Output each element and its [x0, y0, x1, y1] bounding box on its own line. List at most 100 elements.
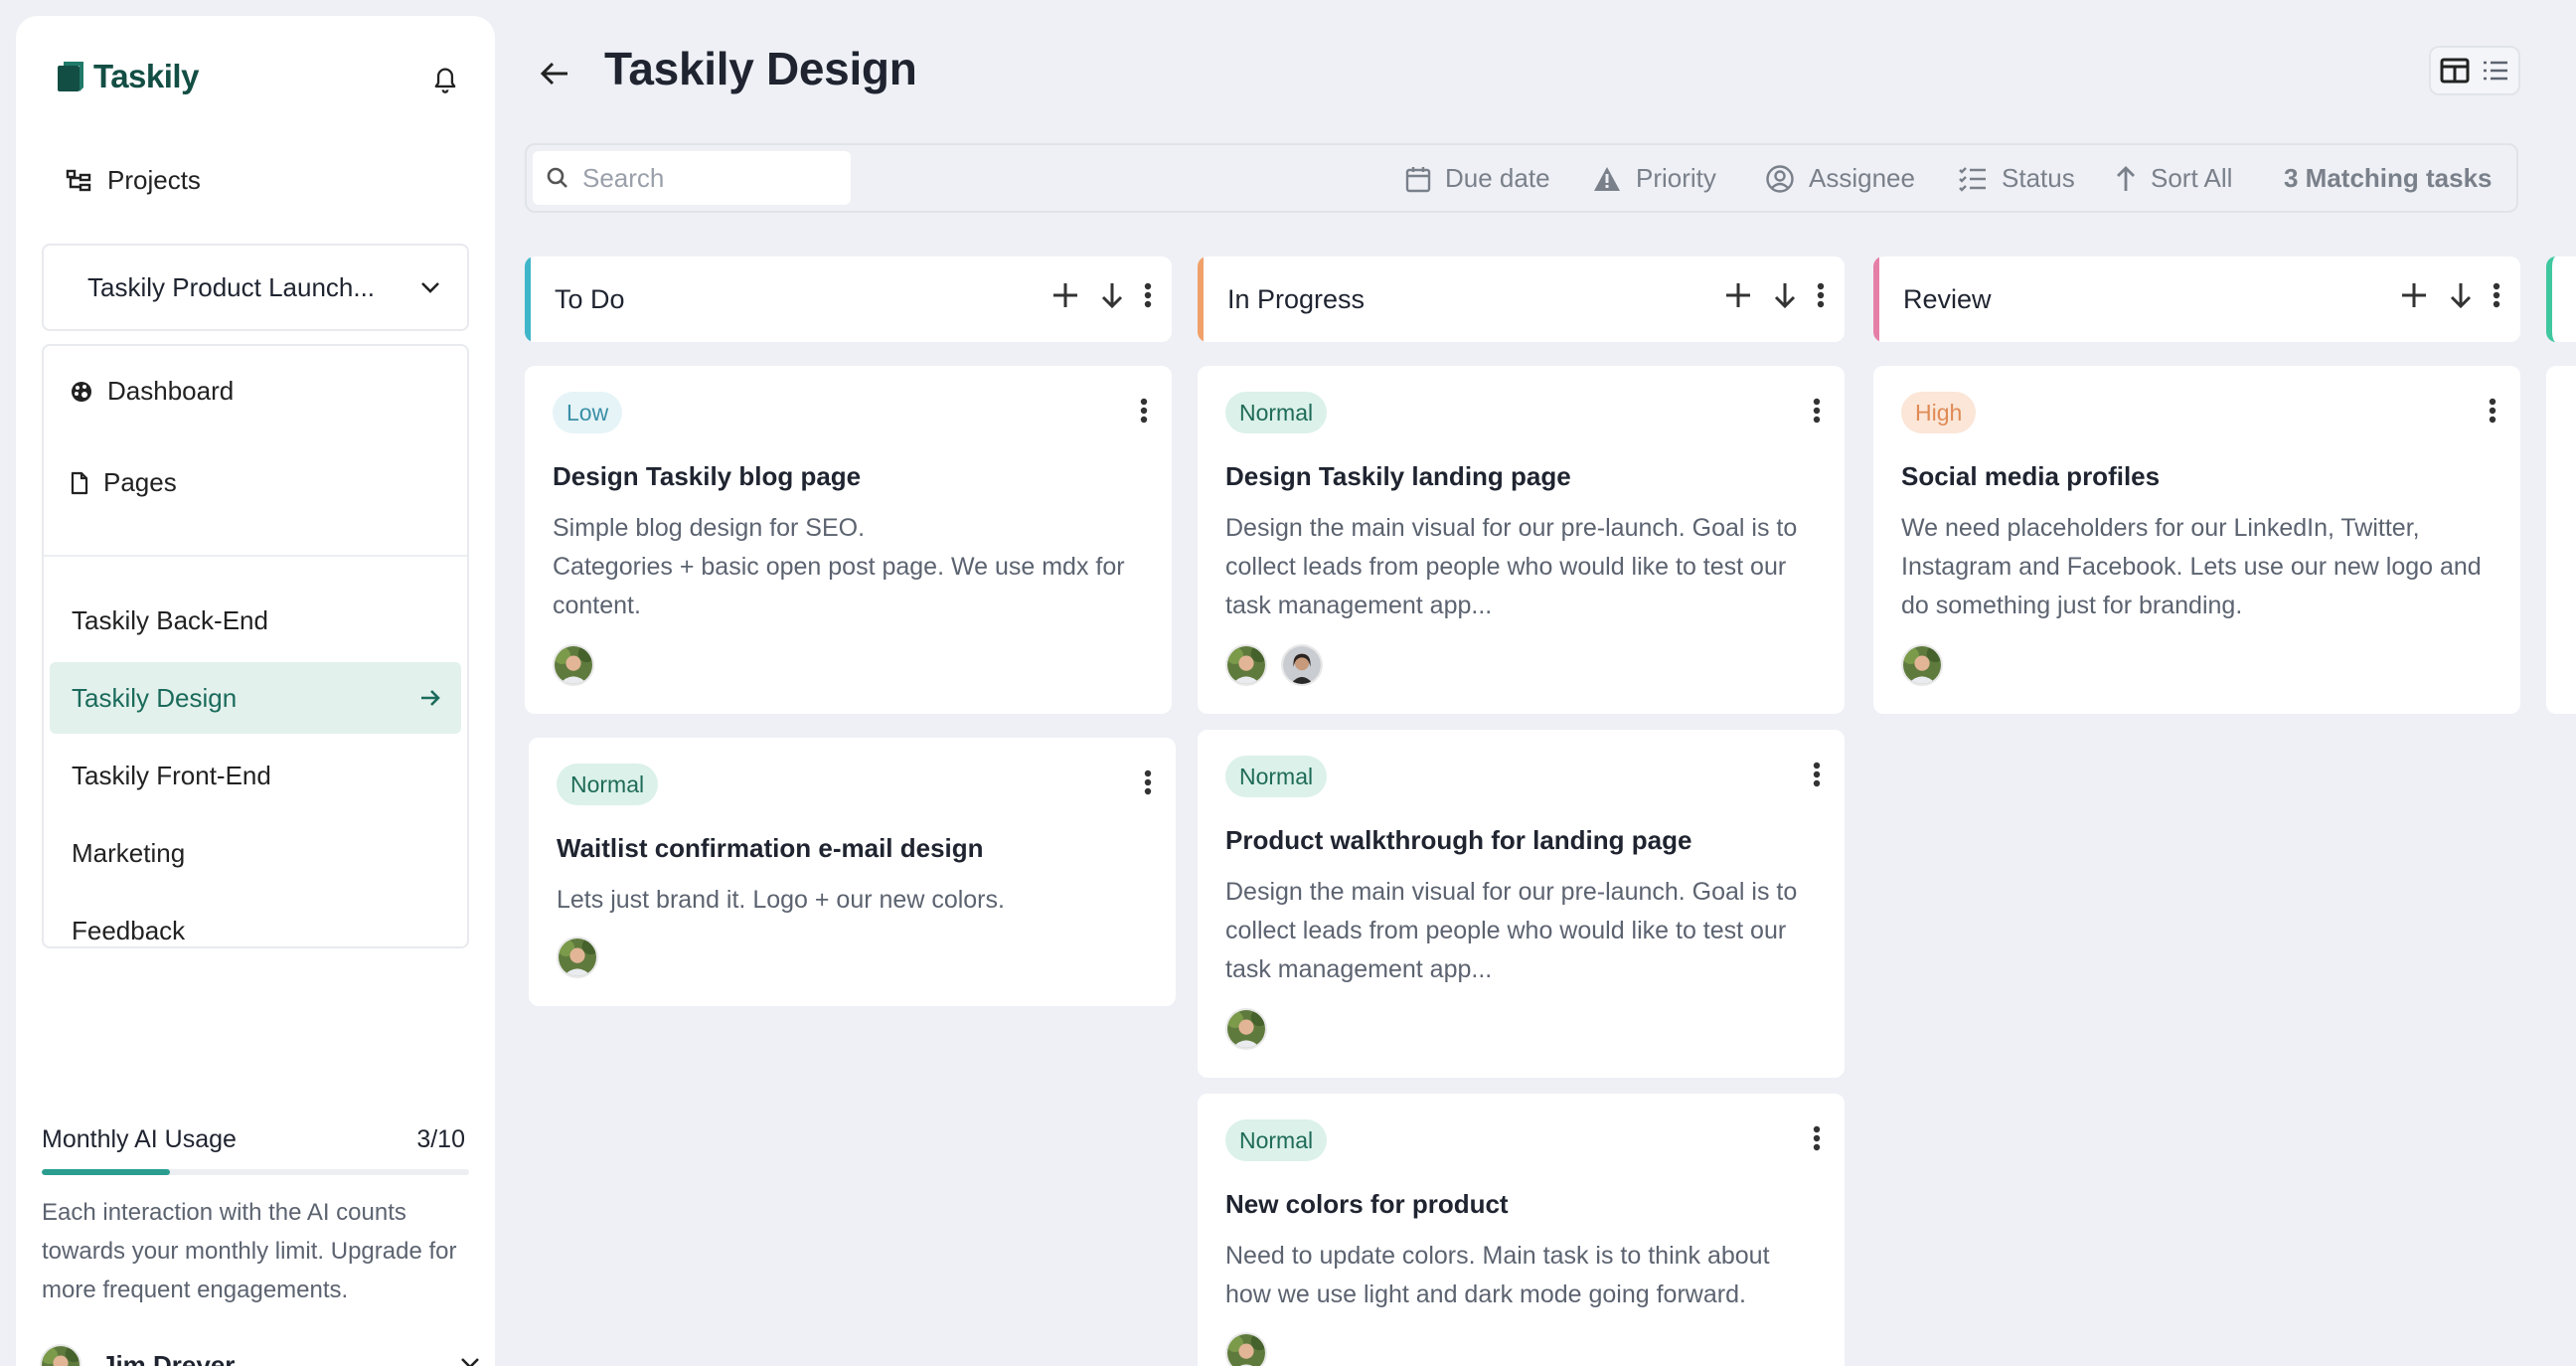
- task-assignees: [1225, 1008, 1267, 1050]
- board-view-icon[interactable]: [2440, 58, 2470, 84]
- column-accent: [1873, 256, 1879, 342]
- column-accent: [525, 256, 531, 342]
- avatar[interactable]: [1281, 644, 1323, 686]
- task-assignees: [1225, 1332, 1267, 1366]
- task-card[interactable]: Normal Product walkthrough for landing pa…: [1198, 730, 1845, 1078]
- sort-down-icon[interactable]: [2449, 281, 2473, 309]
- column-header: To Do: [525, 256, 1172, 342]
- arrow-left-icon: [540, 62, 567, 85]
- priority-badge: High: [1901, 392, 1977, 433]
- chevron-down-icon: [421, 282, 439, 293]
- back-button[interactable]: [533, 52, 576, 95]
- task-title: Social media profiles: [1901, 461, 2161, 491]
- arrow-up-icon: [2117, 165, 2135, 191]
- add-task-icon[interactable]: [1723, 280, 1753, 310]
- sort-down-icon[interactable]: [1100, 281, 1124, 309]
- task-card[interactable]: Normal Waitlist confirmation e-mail desig…: [529, 738, 1176, 1006]
- ai-usage-title: Monthly AI Usage: [42, 1125, 237, 1153]
- filter-label: Status: [2002, 163, 2075, 193]
- list-view-icon[interactable]: [2482, 59, 2509, 83]
- more-vertical-icon[interactable]: [1813, 762, 1821, 787]
- more-vertical-icon[interactable]: [2493, 282, 2500, 308]
- task-description: Lets just brand it. Logo + our new color…: [557, 886, 1005, 914]
- filter-label: Sort All: [2151, 163, 2233, 193]
- column-title: To Do: [555, 283, 625, 314]
- task-title: New colors for product: [1225, 1189, 1509, 1219]
- avatar[interactable]: [1901, 644, 1943, 686]
- project-label: Marketing: [72, 837, 186, 868]
- sidebar: Taskily Projects Taskily Product Launch.…: [16, 16, 495, 1366]
- column-title: In Progress: [1227, 283, 1366, 314]
- more-vertical-icon[interactable]: [2489, 398, 2496, 424]
- nav-projects[interactable]: Projects: [66, 165, 201, 196]
- app-logo[interactable]: Taskily: [56, 58, 199, 95]
- project-item-front-end[interactable]: Taskily Front-End: [50, 740, 461, 811]
- search-icon: [547, 167, 567, 188]
- more-vertical-icon[interactable]: [1144, 769, 1152, 795]
- task-card[interactable]: High Social media profiles We need placeho…: [1873, 366, 2520, 714]
- more-vertical-icon[interactable]: [1813, 398, 1821, 424]
- column-actions: [1050, 280, 1152, 310]
- task-description: Design the main visual for our pre-launc…: [1225, 878, 1798, 983]
- ai-usage-count: 3/10: [416, 1125, 465, 1153]
- ai-usage-description: Each interaction with the AI counts towa…: [42, 1199, 457, 1303]
- priority-badge: Normal: [557, 764, 659, 805]
- add-task-icon[interactable]: [2399, 280, 2429, 310]
- task-description: Design the main visual for our pre-launc…: [1225, 514, 1798, 619]
- nav-pages[interactable]: Pages: [70, 467, 177, 498]
- priority-badge: Normal: [1225, 392, 1328, 433]
- logo-icon: [58, 62, 83, 91]
- nav-dashboard-label: Dashboard: [107, 376, 235, 406]
- avatar[interactable]: [1225, 1008, 1267, 1050]
- projects-tree-icon: [66, 169, 91, 191]
- project-item-design[interactable]: Taskily Design: [50, 662, 461, 734]
- search-input[interactable]: [582, 162, 821, 194]
- task-assignees: [557, 937, 598, 978]
- filter-due-date[interactable]: Due date: [1405, 163, 1550, 194]
- add-task-icon[interactable]: [1050, 280, 1080, 310]
- sort-all-button[interactable]: Sort All: [2115, 163, 2232, 194]
- task-description: Simple blog design for SEO. Categories +…: [553, 514, 1125, 619]
- project-item-feedback[interactable]: Feedback: [50, 895, 461, 966]
- app-name: Taskily: [93, 58, 199, 94]
- avatar[interactable]: [1225, 644, 1267, 686]
- more-vertical-icon[interactable]: [1140, 398, 1148, 424]
- more-vertical-icon[interactable]: [1144, 282, 1152, 308]
- avatar[interactable]: [557, 937, 598, 978]
- column-title: Review: [1903, 283, 1992, 314]
- chevron-down-icon[interactable]: [459, 1356, 481, 1366]
- task-card[interactable]: Normal New colors for product Need to upda…: [1198, 1094, 1845, 1366]
- page-icon: [71, 471, 88, 494]
- filter-bar: Due date Priority Assignee Status Sort A…: [525, 143, 2518, 213]
- priority-badge: Normal: [1225, 1119, 1328, 1161]
- priority-badge: Normal: [1225, 756, 1328, 797]
- nav-dashboard[interactable]: Dashboard: [70, 376, 234, 407]
- filter-status[interactable]: Status: [1958, 163, 2075, 194]
- filter-assignee[interactable]: Assignee: [1765, 163, 1915, 194]
- project-item-marketing[interactable]: Marketing: [50, 817, 461, 889]
- divider: [44, 555, 467, 557]
- column-header: Review: [1873, 256, 2520, 342]
- task-assignees: [553, 644, 594, 686]
- sort-down-icon[interactable]: [1773, 281, 1797, 309]
- project-label: Feedback: [72, 915, 186, 945]
- calendar-icon: [1405, 166, 1431, 192]
- user-menu[interactable]: Jim Dreyer: [40, 1344, 235, 1366]
- filter-label: Due date: [1445, 163, 1550, 193]
- task-card[interactable]: Low Design Taskily blog page Simple blog d…: [525, 366, 1172, 714]
- checklist-icon: [1959, 166, 1986, 192]
- project-label: Taskily Back-End: [72, 604, 268, 635]
- avatar: [40, 1344, 81, 1366]
- notifications-bell-icon[interactable]: [425, 60, 465, 99]
- column-actions: [1723, 280, 1825, 310]
- avatar[interactable]: [1225, 1332, 1267, 1366]
- more-vertical-icon[interactable]: [1813, 1125, 1821, 1151]
- task-card[interactable]: Normal Design Taskily landing page Design …: [1198, 366, 1845, 714]
- more-vertical-icon[interactable]: [1817, 282, 1825, 308]
- avatar[interactable]: [553, 644, 594, 686]
- workspace-select[interactable]: Taskily Product Launch...: [42, 244, 469, 331]
- project-item-back-end[interactable]: Taskily Back-End: [50, 585, 461, 656]
- project-label: Taskily Front-End: [72, 760, 271, 790]
- filter-priority[interactable]: Priority: [1592, 163, 1716, 194]
- ai-usage-progress-fill: [42, 1169, 170, 1175]
